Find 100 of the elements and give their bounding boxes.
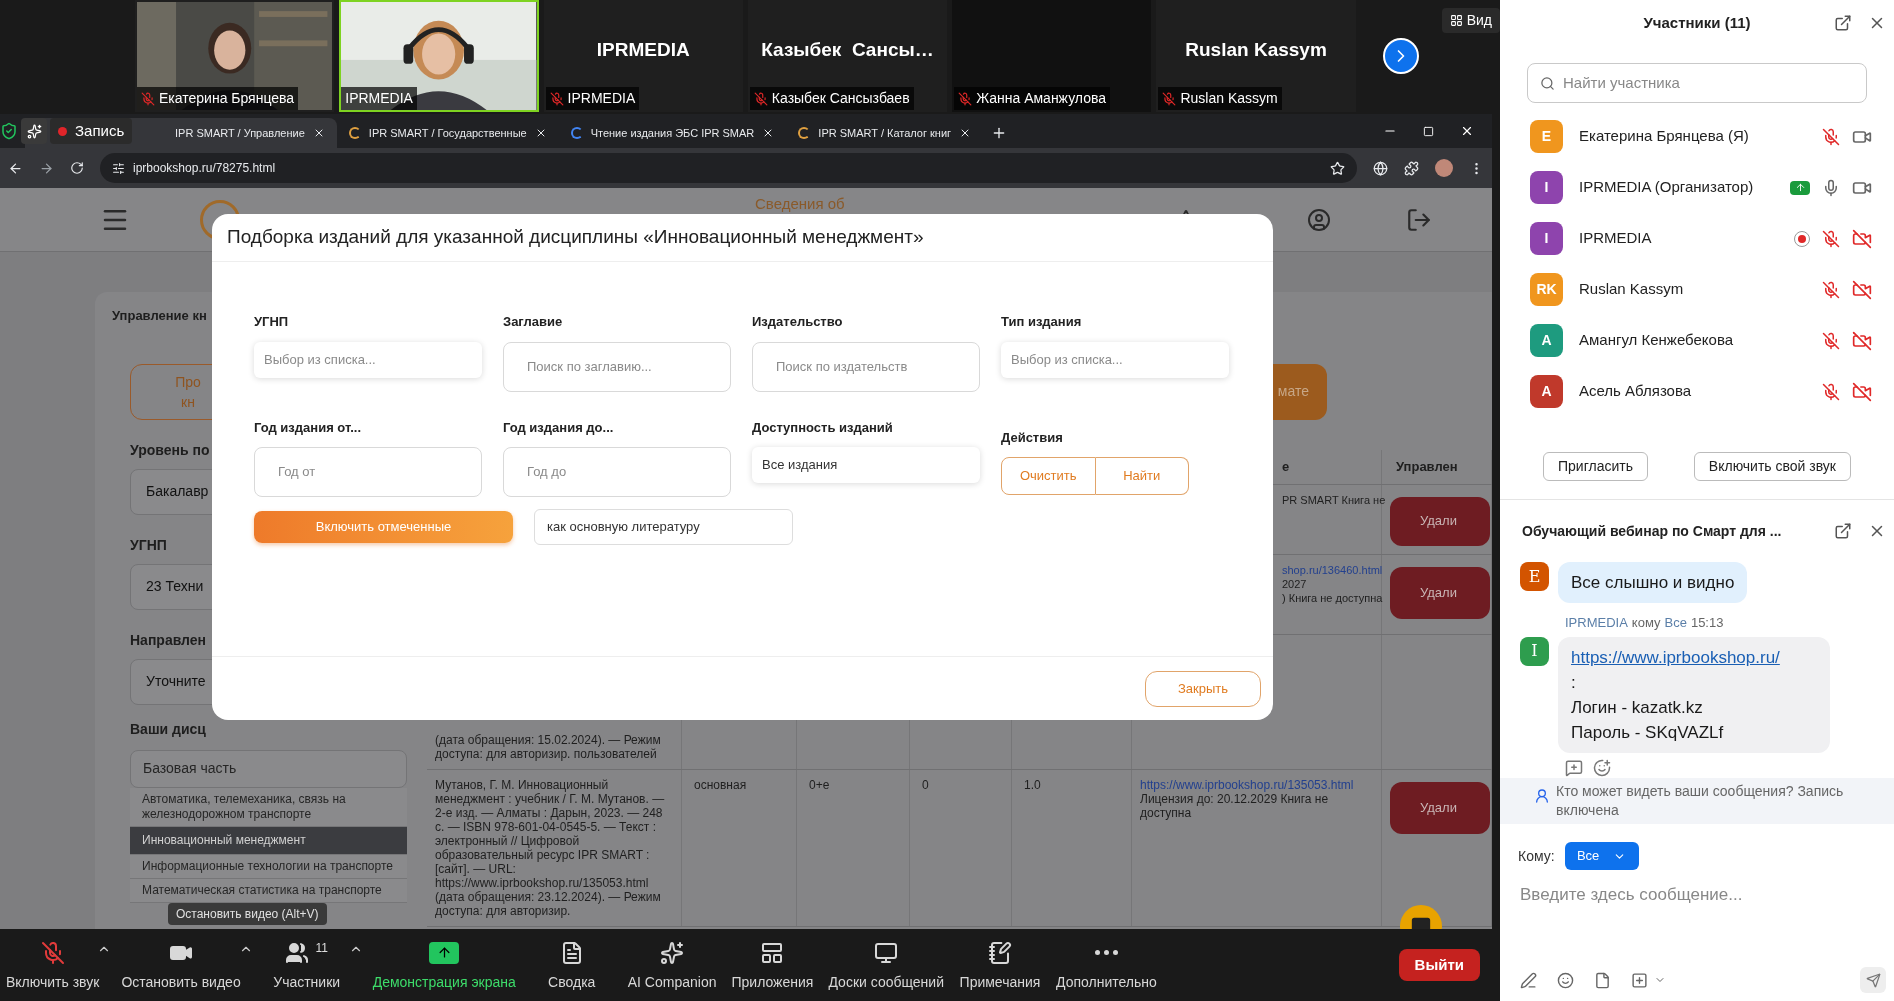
extensions-icon[interactable] (1404, 160, 1419, 176)
leave-button[interactable]: Выйти (1398, 949, 1480, 981)
toolbar-button[interactable]: Включить звук (0, 937, 106, 993)
table-cell-text: Лицензия до: 20.12.2029 Книга не доступна (1140, 791, 1329, 820)
muted-mic-icon (40, 940, 65, 965)
close-icon[interactable] (1460, 124, 1474, 138)
discipline-item[interactable]: Автоматика, телемеханика, связь на железнодорожном транспорте (130, 787, 407, 827)
maximize-icon[interactable] (1423, 125, 1434, 137)
participant-row[interactable]: I IPRMEDIA (1500, 213, 1894, 264)
search-field[interactable]: Найти участника (1527, 63, 1867, 103)
emoji-reaction-icon[interactable] (1593, 758, 1611, 777)
filter-field[interactable]: Поиск по заглавию... (503, 341, 731, 392)
table-cell-text: основная (693, 777, 748, 792)
recipient-dropdown[interactable]: Все (1564, 842, 1639, 870)
name-label: Екатерина Брянцева (137, 87, 299, 110)
avatar: A (1530, 324, 1563, 357)
discipline-item[interactable]: Инновационный менеджмент (130, 826, 407, 855)
toolbar-button[interactable]: Демонстрация экрана (366, 937, 522, 993)
view-button[interactable]: Вид (1441, 8, 1500, 33)
toolbar-button[interactable]: AI Companion (621, 937, 723, 993)
delete-button[interactable]: Удали (1390, 496, 1490, 546)
participant-name: IPRMEDIA (1579, 228, 1652, 249)
message-field[interactable]: Введите здесь сообщение... (1520, 882, 1874, 942)
table-cell-text: 0+е (808, 777, 831, 792)
filter-field[interactable]: Год от (254, 447, 482, 497)
screenshot-icon[interactable] (1631, 971, 1648, 989)
panel-button[interactable]: Пригласить (1543, 452, 1648, 481)
next-page-button[interactable] (1382, 38, 1419, 74)
notebook-icon (988, 940, 1012, 965)
avatar: I (1530, 171, 1563, 204)
toolbar-button[interactable]: 11 Участники (256, 937, 357, 993)
participant-name: IPRMEDIA (Организатор) (1579, 177, 1754, 198)
message-text: Логин - kazatk.kz (1571, 696, 1704, 719)
participant-row[interactable]: A Асель Аблязова (1500, 366, 1894, 417)
address-bar[interactable]: iprbookshop.ru/78275.html (100, 153, 1357, 183)
profile-avatar[interactable] (1435, 159, 1453, 177)
participant-name: IPRMEDIA (596, 37, 690, 62)
discipline-item[interactable]: Математическая статистика на транспорте (130, 878, 407, 903)
emoji-icon[interactable] (1557, 971, 1574, 989)
muted-mic-icon (958, 91, 973, 106)
browser-tab[interactable]: Чтение издания ЭБС IPR SMAR (558, 118, 787, 148)
reply-icon[interactable] (1565, 758, 1583, 777)
participant-row[interactable]: RK Ruslan Kassym (1500, 264, 1894, 315)
participant-row[interactable]: E Екатерина Брянцева (Я) (1500, 111, 1894, 162)
toolbar-button[interactable]: Остановить видео (115, 937, 247, 993)
people-icon (285, 940, 310, 965)
toolbar-button[interactable]: Примечания (950, 937, 1050, 993)
reload-icon[interactable] (70, 161, 84, 175)
filter-field[interactable]: Все издания (752, 447, 980, 483)
send-button[interactable] (1860, 967, 1886, 993)
back-icon[interactable] (8, 160, 23, 176)
to-label: Кому: (1518, 846, 1555, 866)
sparkle-icon (21, 118, 47, 144)
apps-icon (760, 940, 785, 965)
globe-icon[interactable] (1373, 160, 1388, 176)
toolbar-button[interactable]: Сводка (521, 937, 622, 993)
filter-field[interactable]: Выбор из списка... (254, 341, 482, 378)
delete-button[interactable]: Удали (1390, 566, 1490, 619)
forward-icon[interactable] (39, 160, 54, 176)
ellipsis-icon (1094, 950, 1118, 955)
file-icon[interactable] (1594, 971, 1611, 989)
field-label: Ваши дисц (130, 719, 207, 739)
search-icon (1540, 75, 1555, 91)
avatar: I (1530, 222, 1563, 255)
field-label: УГНП (130, 535, 168, 555)
toolbar-button[interactable]: Доски сообщений (822, 937, 950, 993)
logout-icon[interactable] (1405, 206, 1432, 233)
participant-name: Казыбек Сансы… (761, 37, 934, 62)
privacy-notice: Кто может видеть ваши сообщения? Запись включена (1500, 778, 1894, 824)
table-cell-text: 0 (921, 777, 930, 792)
muted-mic-icon (549, 91, 564, 106)
table-cell-text: (дата обращения: 15.02.2024). — Режим доступа: для авторизир. пользователей (435, 732, 662, 761)
column-header: Управлен (1395, 459, 1458, 474)
shield-icon (0, 122, 18, 140)
filter-field[interactable]: Поиск по издательств (752, 341, 980, 392)
literature-select[interactable]: как основную литературу (534, 509, 793, 545)
avatar: A (1530, 375, 1563, 408)
bookmark-icon[interactable] (1330, 160, 1345, 176)
browser-tab[interactable]: IPR SMART / Каталог книг (786, 118, 984, 148)
browser-tab[interactable]: IPR SMART / Государственные (336, 118, 559, 148)
participant-name: Амангул Кенжебекова (1579, 330, 1734, 351)
filter-field[interactable]: Выбор из списка... (1001, 341, 1229, 378)
user-icon[interactable] (1306, 207, 1331, 232)
message-link[interactable]: https://www.iprbookshop.ru/ (1571, 644, 1817, 670)
participant-row[interactable]: A Амангул Кенжебекова (1500, 315, 1894, 366)
muted-mic-icon (141, 91, 155, 106)
loading-icon (348, 127, 361, 139)
discipline-item[interactable]: Информационные технологии на транспорте (130, 854, 407, 879)
popout-icon[interactable] (1834, 14, 1852, 32)
participant-row[interactable]: I IPRMEDIA (Организатор) (1500, 162, 1894, 213)
toolbar-button[interactable]: Приложения (722, 937, 823, 993)
toolbar-button[interactable]: Дополнительно (1050, 937, 1163, 993)
filter-label: Тип издания (1001, 313, 1083, 331)
table-cell-text: 1.0 (1023, 777, 1042, 792)
format-icon[interactable] (1520, 971, 1537, 989)
panel-button[interactable]: Включить свой звук (1693, 452, 1851, 481)
filter-field[interactable]: Год до (503, 447, 731, 497)
delete-button[interactable]: Удали (1390, 781, 1490, 834)
monitor-icon (874, 940, 899, 965)
popout-icon[interactable] (1834, 522, 1852, 540)
